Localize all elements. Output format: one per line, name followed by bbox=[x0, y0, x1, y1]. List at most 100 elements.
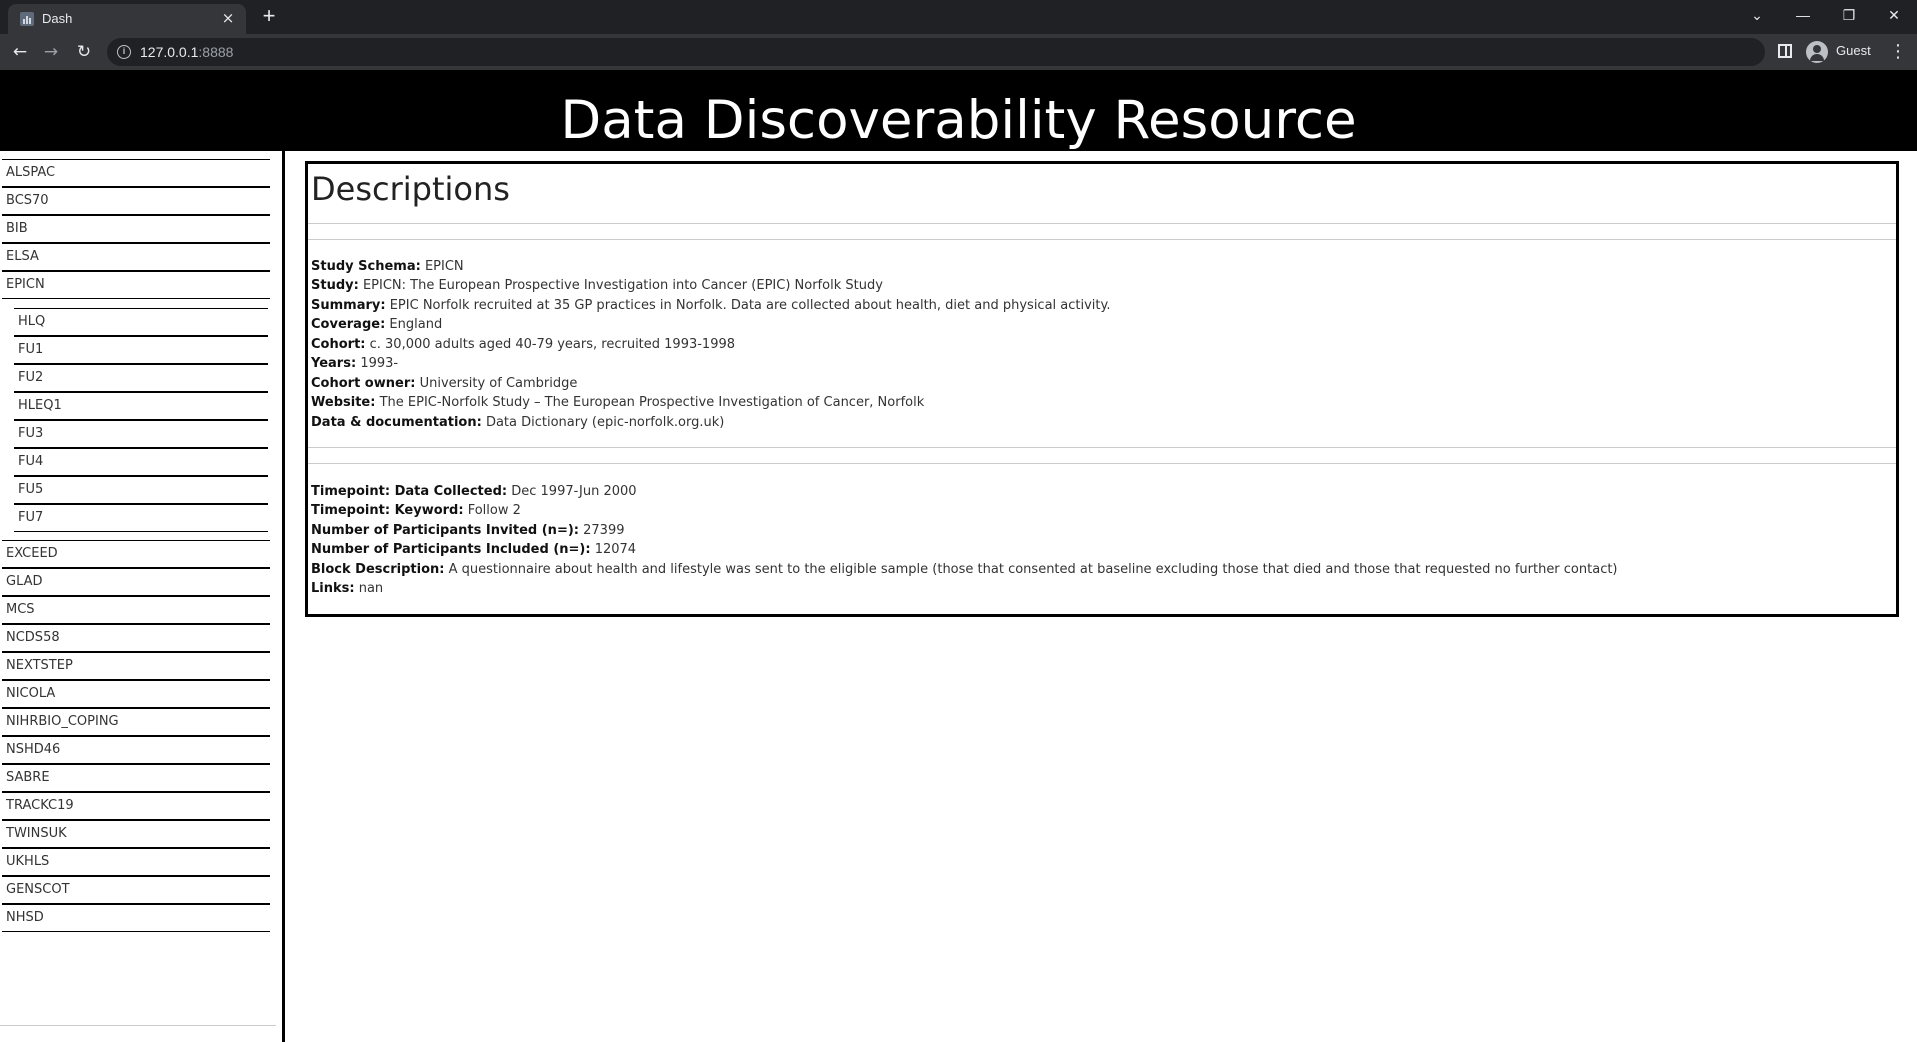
field-value: University of Cambridge bbox=[419, 376, 578, 391]
sidebar-item-genscot[interactable]: GENSCOT bbox=[2, 876, 270, 904]
sidebar-subitem-fu7[interactable]: FU7 bbox=[14, 504, 268, 532]
field-value: EPIC Norfolk recruited at 35 GP practice… bbox=[389, 298, 1111, 313]
divider-line bbox=[308, 239, 1896, 240]
sidebar-item-trackc19[interactable]: TRACKC19 bbox=[2, 792, 270, 820]
forward-arrow-icon[interactable]: → bbox=[39, 40, 63, 64]
new-tab-button[interactable]: + bbox=[258, 5, 280, 28]
field-value: England bbox=[389, 317, 443, 332]
field-value: EPICN bbox=[424, 259, 464, 274]
profile-name: Guest bbox=[1836, 43, 1871, 58]
field-block-description: Block Description: A questionnaire about… bbox=[311, 562, 1618, 577]
field-value: nan bbox=[358, 581, 384, 596]
field-label: Years: bbox=[311, 356, 357, 371]
browser-tab-bar: Dash × + ⌄ — ❐ ✕ bbox=[0, 0, 1917, 34]
field-summary: Summary: EPIC Norfolk recruited at 35 GP… bbox=[311, 298, 1111, 313]
kebab-menu-icon[interactable]: ⋮ bbox=[1888, 42, 1908, 62]
sidebar-subitem-fu3[interactable]: FU3 bbox=[14, 420, 268, 448]
site-info-icon[interactable]: i bbox=[117, 45, 131, 59]
field-label: Coverage: bbox=[311, 317, 386, 332]
field-website: Website: The EPIC-Norfolk Study – The Eu… bbox=[311, 395, 924, 410]
sidebar-scrollbar-track[interactable] bbox=[0, 1025, 276, 1026]
field-label: Study: bbox=[311, 278, 359, 293]
field-timepoint-collected: Timepoint: Data Collected: Dec 1997-Jun … bbox=[311, 484, 637, 499]
reload-icon[interactable]: ↻ bbox=[72, 40, 96, 64]
tab-close-icon[interactable]: × bbox=[220, 10, 236, 26]
sidebar-subitem-fu2[interactable]: FU2 bbox=[14, 364, 268, 392]
field-label: Links: bbox=[311, 581, 355, 596]
field-value: 1993- bbox=[360, 356, 399, 371]
field-value: 12074 bbox=[594, 542, 637, 557]
field-study: Study: EPICN: The European Prospective I… bbox=[311, 278, 883, 293]
back-arrow-icon[interactable]: ← bbox=[8, 40, 32, 64]
address-bar[interactable]: i 127.0.0.1:8888 bbox=[107, 38, 1765, 66]
field-label: Cohort owner: bbox=[311, 376, 416, 391]
sidebar-item-sabre[interactable]: SABRE bbox=[2, 764, 270, 792]
browser-tab[interactable]: Dash × bbox=[8, 4, 246, 34]
field-value: c. 30,000 adults aged 40-79 years, recru… bbox=[369, 337, 736, 352]
sidebar-item-exceed[interactable]: EXCEED bbox=[2, 540, 270, 568]
sidebar-item-bcs70[interactable]: BCS70 bbox=[2, 187, 270, 215]
close-window-button[interactable]: ✕ bbox=[1871, 0, 1917, 30]
tab-search-icon[interactable]: ⌄ bbox=[1734, 0, 1780, 30]
field-label: Number of Participants Included (n=): bbox=[311, 542, 591, 557]
field-coverage: Coverage: England bbox=[311, 317, 442, 332]
field-value: A questionnaire about health and lifesty… bbox=[448, 562, 1618, 577]
field-label: Timepoint: Data Collected: bbox=[311, 484, 508, 499]
field-label: Summary: bbox=[311, 298, 386, 313]
restore-button[interactable]: ❐ bbox=[1826, 0, 1872, 30]
field-links: Links: nan bbox=[311, 581, 383, 596]
field-cohort: Cohort: c. 30,000 adults aged 40-79 year… bbox=[311, 337, 735, 352]
field-participants-included: Number of Participants Included (n=): 12… bbox=[311, 542, 636, 557]
sidebar-item-nihrbio-coping[interactable]: NIHRBIO_COPING bbox=[2, 708, 270, 736]
field-data-documentation: Data & documentation: Data Dictionary (e… bbox=[311, 415, 724, 430]
descriptions-title: Descriptions bbox=[311, 170, 510, 208]
field-timepoint-keyword: Timepoint: Keyword: Follow 2 bbox=[311, 503, 521, 518]
sidebar-item-bib[interactable]: BIB bbox=[2, 215, 270, 243]
dash-favicon-icon bbox=[20, 12, 34, 26]
sidebar-item-elsa[interactable]: ELSA bbox=[2, 243, 270, 271]
field-study-schema: Study Schema: EPICN bbox=[311, 259, 464, 274]
sidebar-item-nicola[interactable]: NICOLA bbox=[2, 680, 270, 708]
sidebar-subitem-hleq1[interactable]: HLEQ1 bbox=[14, 392, 268, 420]
sidebar-item-nhsd[interactable]: NHSD bbox=[2, 904, 270, 932]
field-value: Follow 2 bbox=[467, 503, 521, 518]
url-port: :8888 bbox=[198, 44, 234, 60]
sidebar-item-ukhls[interactable]: UKHLS bbox=[2, 848, 270, 876]
field-value: EPICN: The European Prospective Investig… bbox=[362, 278, 883, 293]
field-label: Data & documentation: bbox=[311, 415, 482, 430]
sidebar-item-nextstep[interactable]: NEXTSTEP bbox=[2, 652, 270, 680]
sidebar-item-mcs[interactable]: MCS bbox=[2, 596, 270, 624]
app-header: Data Discoverability Resource bbox=[0, 70, 1917, 151]
field-label: Block Description: bbox=[311, 562, 445, 577]
field-label: Cohort: bbox=[311, 337, 366, 352]
divider-line bbox=[308, 447, 1896, 448]
avatar-icon bbox=[1806, 41, 1828, 63]
field-years: Years: 1993- bbox=[311, 356, 398, 371]
url-host: 127.0.0.1 bbox=[140, 44, 199, 60]
url-text: 127.0.0.1:8888 bbox=[140, 44, 233, 60]
browser-toolbar: ← → ↻ i 127.0.0.1:8888 Guest ⋮ bbox=[0, 34, 1917, 70]
sidebar-item-epicn[interactable]: EPICN bbox=[2, 271, 270, 299]
sidebar-subitem-fu5[interactable]: FU5 bbox=[14, 476, 268, 504]
field-cohort-owner: Cohort owner: University of Cambridge bbox=[311, 376, 577, 391]
divider-line bbox=[308, 463, 1896, 464]
website-link[interactable]: The EPIC-Norfolk Study – The European Pr… bbox=[380, 395, 925, 410]
field-label: Timepoint: Keyword: bbox=[311, 503, 464, 518]
sidebar-subitem-hlq[interactable]: HLQ bbox=[14, 308, 268, 336]
descriptions-panel: Descriptions Study Schema: EPICN Study: … bbox=[305, 161, 1899, 617]
sidebar-item-twinsuk[interactable]: TWINSUK bbox=[2, 820, 270, 848]
study-sidebar: ALSPAC BCS70 BIB ELSA EPICN HLQ FU1 FU2 … bbox=[0, 151, 282, 1042]
sidebar-item-nshd46[interactable]: NSHD46 bbox=[2, 736, 270, 764]
minimize-button[interactable]: — bbox=[1780, 0, 1826, 30]
sidebar-subitem-fu1[interactable]: FU1 bbox=[14, 336, 268, 364]
field-label: Website: bbox=[311, 395, 376, 410]
sidebar-item-ncds58[interactable]: NCDS58 bbox=[2, 624, 270, 652]
sidebar-item-glad[interactable]: GLAD bbox=[2, 568, 270, 596]
divider-line bbox=[308, 223, 1896, 224]
field-participants-invited: Number of Participants Invited (n=): 273… bbox=[311, 523, 624, 538]
side-panel-icon[interactable] bbox=[1778, 44, 1792, 58]
data-dictionary-link[interactable]: Data Dictionary (epic-norfolk.org.uk) bbox=[486, 415, 724, 430]
sidebar-item-alspac[interactable]: ALSPAC bbox=[2, 159, 270, 187]
sidebar-subitem-fu4[interactable]: FU4 bbox=[14, 448, 268, 476]
field-value: 27399 bbox=[583, 523, 625, 538]
